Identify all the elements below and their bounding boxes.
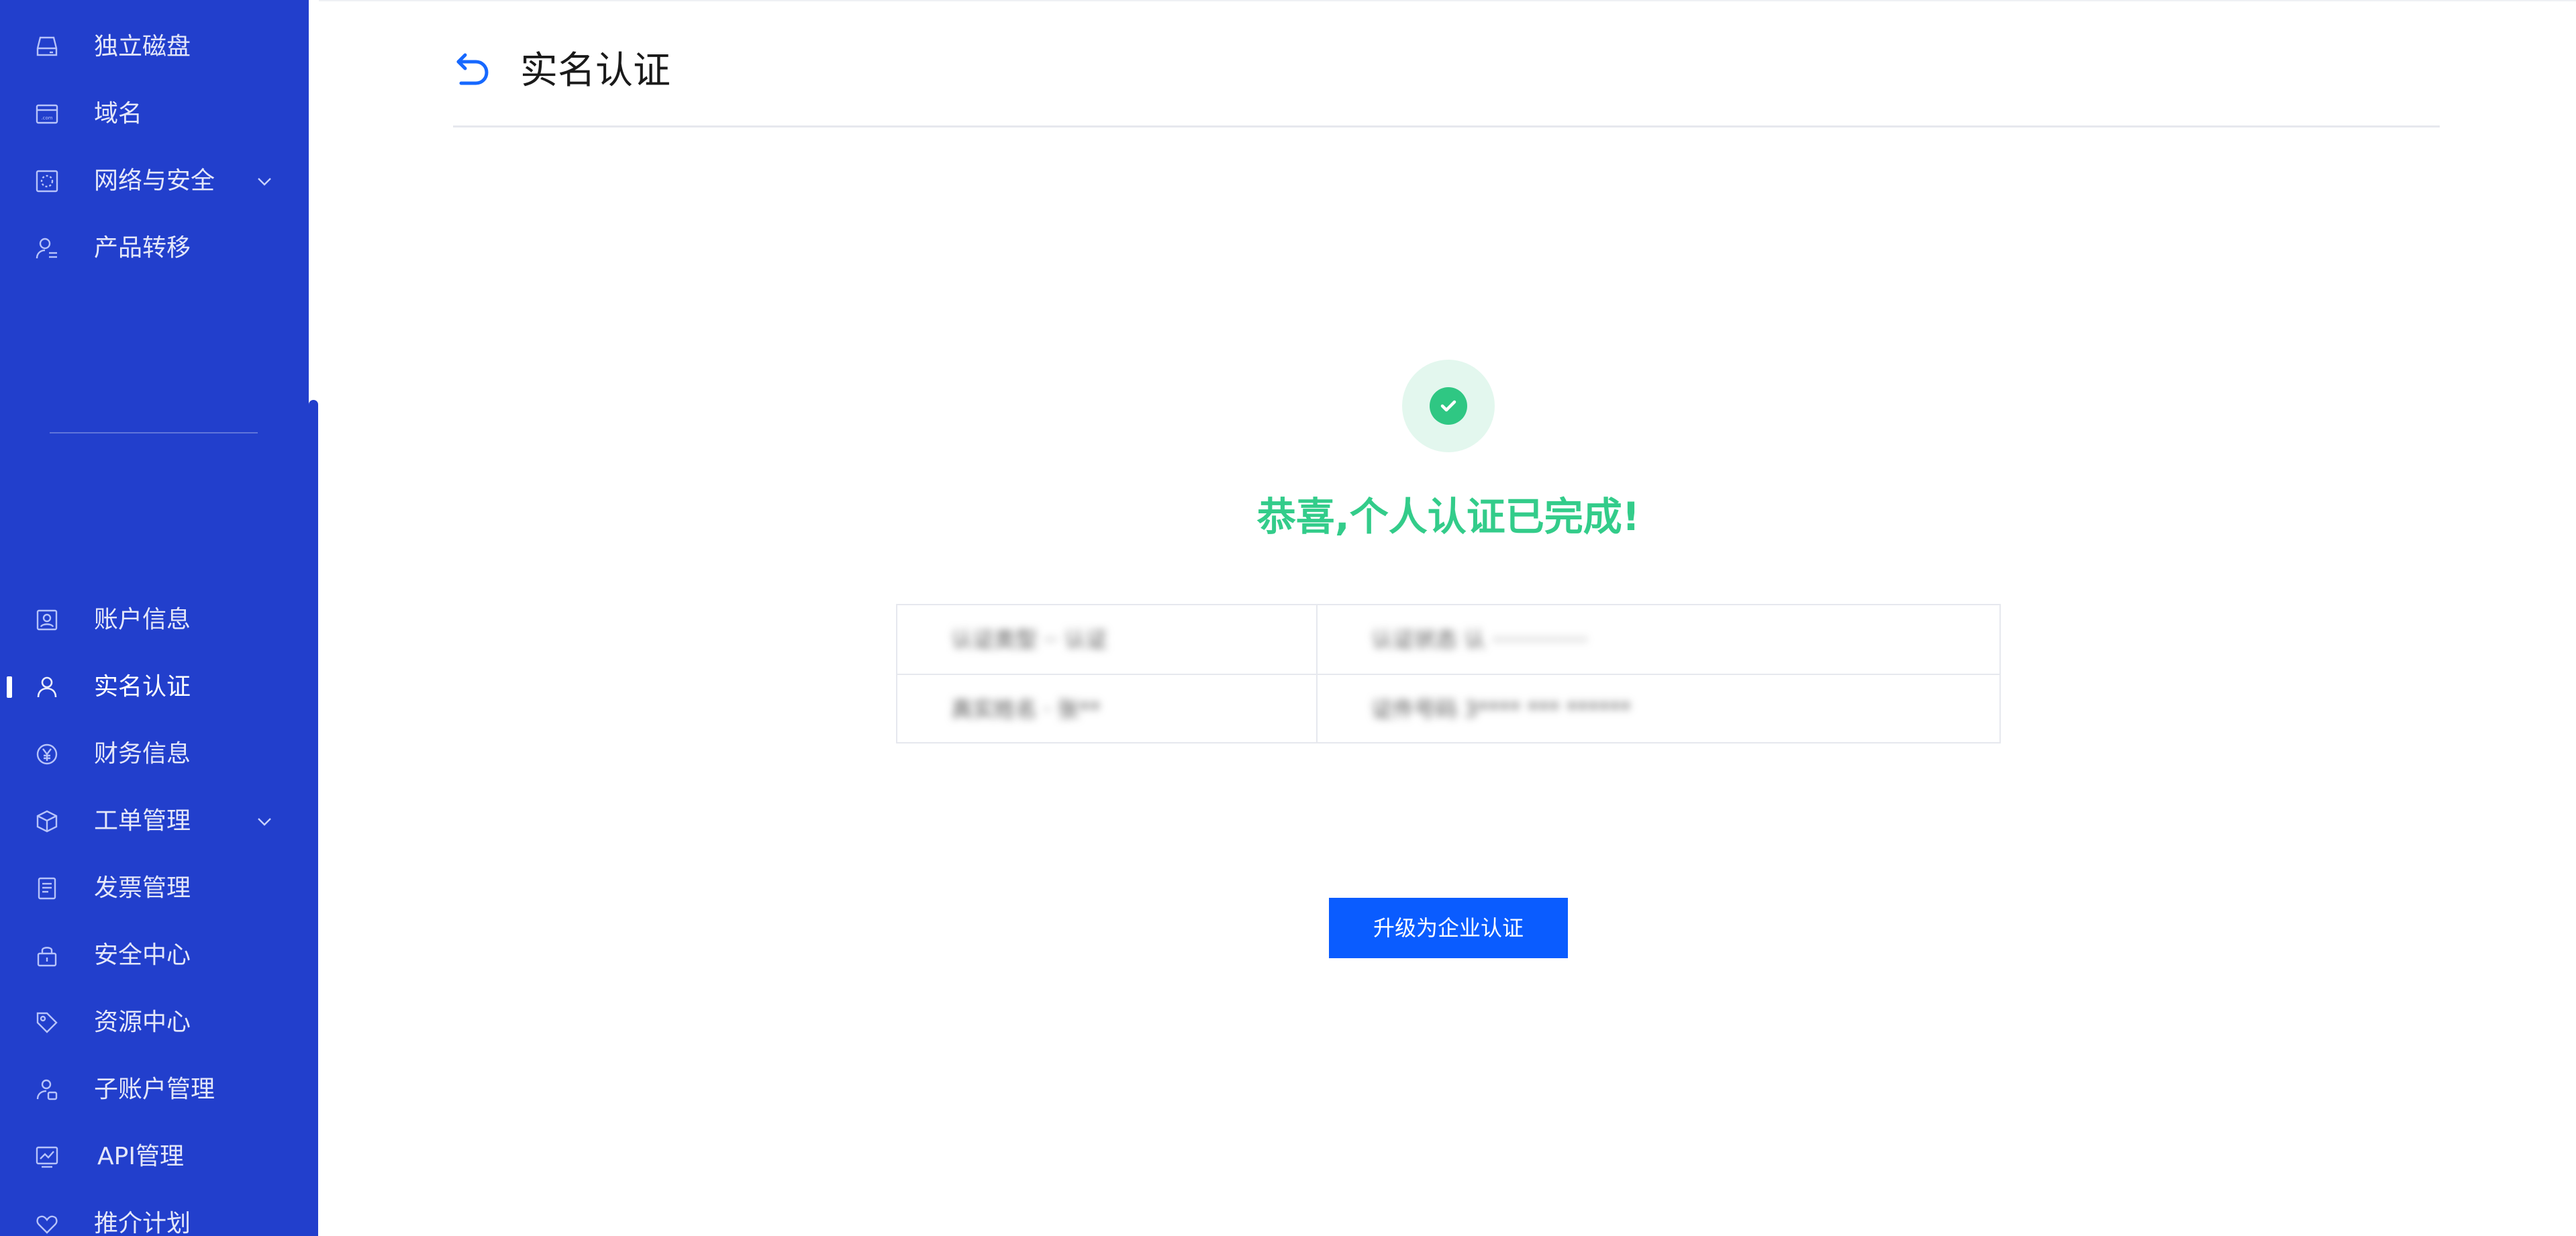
table-cell-label: 真实姓名 · 张** [897,675,1318,742]
disk-icon [34,34,60,60]
masked-text: 认证类型 ·· 认证 [951,627,1107,652]
sidebar-item-label: 独立磁盘 [94,33,191,60]
sidebar-item-disk[interactable]: 独立磁盘 [0,20,309,74]
sidebar: 独立磁盘 .com 域名 网络与安全 产品转移 账户信息 实名认证 财务信息 工… [0,0,309,1236]
sidebar-item-label: 子账户管理 [94,1076,215,1103]
back-arrow-icon [453,53,493,93]
sidebar-item-security-center[interactable]: 安全中心 [0,929,309,982]
check-circle-icon [1430,387,1467,425]
svg-text:.com: .com [41,115,52,121]
sidebar-item-api[interactable]: API管理 [0,1130,309,1184]
sidebar-divider [50,432,258,433]
sidebar-item-label: API管理 [97,1143,184,1170]
user-icon [34,674,60,701]
sidebar-item-tickets[interactable]: 工单管理 [0,794,309,848]
chevron-down-icon [255,812,274,831]
main-content: 实名认证 恭喜,个人认证已完成! 认证类型 ·· 认证 认证状态 认 ·····… [319,0,2576,1236]
sidebar-item-resource-center[interactable]: 资源中心 [0,996,309,1049]
table-row: 真实姓名 · 张** 证件号码 3**** *** ****** [897,674,1999,742]
table-cell-value: 认证状态 认 ·············· [1318,605,1999,674]
active-indicator [7,676,12,698]
sidebar-item-account-info[interactable]: 账户信息 [0,593,309,647]
top-border [319,0,2576,1]
masked-text: 认证状态 认 ·············· [1371,627,1588,652]
sidebar-item-referral[interactable]: 推介计划 [0,1197,309,1236]
auth-info-table: 认证类型 ·· 认证 认证状态 认 ·············· 真实姓名 · … [896,604,2001,743]
table-cell-label: 认证类型 ·· 认证 [897,605,1318,674]
tag-icon [34,1009,60,1036]
cube-icon [34,808,60,835]
sidebar-item-label: 账户信息 [94,606,191,633]
api-chart-icon [34,1143,60,1170]
account-info-icon [34,607,60,633]
table-cell-value: 证件号码 3**** *** ****** [1318,675,1999,742]
domain-icon: .com [34,101,60,127]
sidebar-item-network-security[interactable]: 网络与安全 [0,154,309,208]
success-message: 恭喜,个人认证已完成! [1256,494,1640,539]
sidebar-item-label: 安全中心 [94,941,191,969]
sidebar-item-label: 财务信息 [94,740,191,768]
sidebar-item-domain[interactable]: .com 域名 [0,87,309,141]
sidebar-item-label: 实名认证 [94,673,191,701]
sidebar-item-invoices[interactable]: 发票管理 [0,862,309,915]
sidebar-item-label: 域名 [94,100,143,127]
back-button[interactable] [453,50,493,90]
success-badge [1402,360,1495,452]
lock-icon [34,942,60,969]
sidebar-item-label: 推介计划 [94,1210,191,1236]
sidebar-item-label: 工单管理 [94,807,191,835]
masked-text: 证件号码 3**** *** ****** [1371,697,1631,722]
network-security-icon [34,168,60,195]
page-title: 实名认证 [520,49,671,93]
invoice-icon [34,875,60,902]
masked-text: 真实姓名 · 张** [951,697,1101,722]
table-row: 认证类型 ·· 认证 认证状态 认 ·············· [897,605,1999,674]
sidebar-item-real-name-auth[interactable]: 实名认证 [0,660,309,714]
heart-icon [34,1211,60,1236]
yen-icon [34,741,60,768]
sidebar-item-label: 网络与安全 [94,167,215,195]
sidebar-item-sub-accounts[interactable]: 子账户管理 [0,1063,309,1117]
product-transfer-icon [34,235,60,262]
upgrade-enterprise-button[interactable]: 升级为企业认证 [1329,898,1568,958]
chevron-down-icon [255,172,274,191]
sub-account-icon [34,1076,60,1103]
sidebar-item-label: 资源中心 [94,1009,191,1036]
page-header: 实名认证 [453,40,2440,127]
sidebar-item-label: 发票管理 [94,874,191,902]
sidebar-item-label: 产品转移 [94,234,191,262]
sidebar-scrollbar-thumb[interactable] [309,400,318,1236]
sidebar-item-product-transfer[interactable]: 产品转移 [0,221,309,275]
sidebar-item-finance[interactable]: 财务信息 [0,727,309,781]
